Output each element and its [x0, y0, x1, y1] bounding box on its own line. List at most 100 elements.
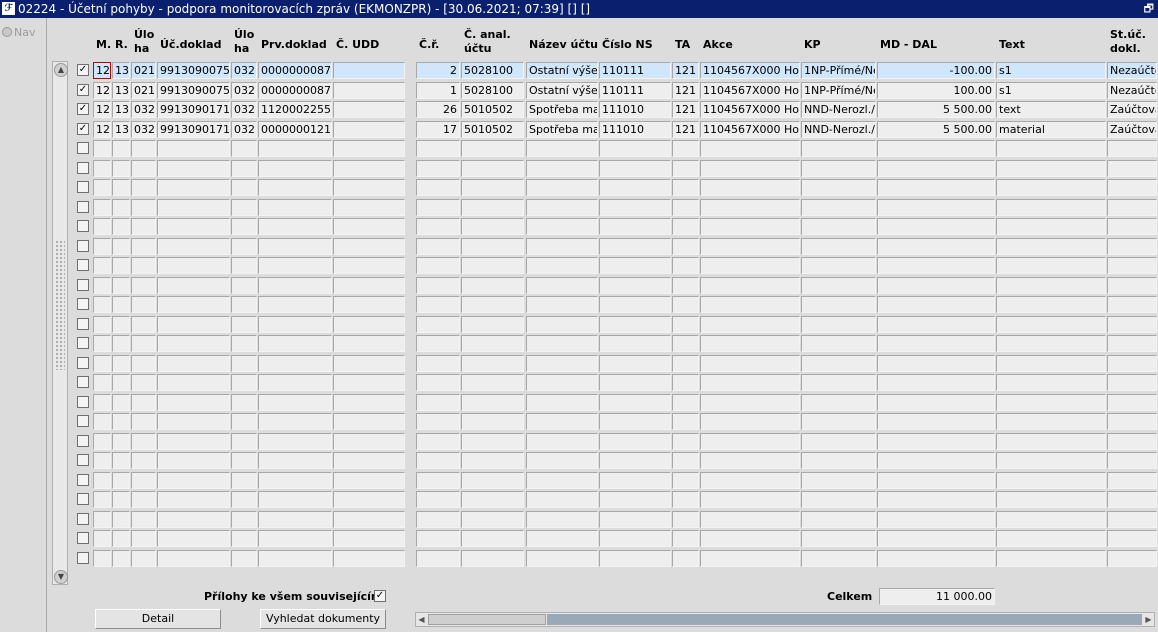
- cell-r[interactable]: [112, 179, 130, 196]
- cell-mddal[interactable]: [877, 472, 995, 489]
- cell-ta[interactable]: [672, 199, 699, 216]
- cell-m[interactable]: [93, 511, 111, 528]
- cell-ucdoklad[interactable]: [157, 511, 230, 528]
- row-checkbox[interactable]: [77, 513, 89, 525]
- cell-stuc[interactable]: [1107, 296, 1157, 313]
- cell-akce[interactable]: 1104567X000 Hous: [700, 62, 800, 79]
- cell-uloha1[interactable]: [131, 199, 156, 216]
- cell-prvdoklad[interactable]: [258, 374, 332, 391]
- cell-ta[interactable]: [672, 413, 699, 430]
- cell-cr[interactable]: [416, 257, 460, 274]
- cell-cislons[interactable]: [599, 550, 671, 567]
- cell-uloha1[interactable]: [131, 374, 156, 391]
- cell-m[interactable]: 12: [93, 82, 111, 99]
- cell-text[interactable]: [996, 296, 1106, 313]
- cell-mddal[interactable]: [877, 355, 995, 372]
- cell-prvdoklad[interactable]: [258, 472, 332, 489]
- cell-prvdoklad[interactable]: 0000000121: [258, 121, 332, 138]
- cell-m[interactable]: [93, 355, 111, 372]
- cell-mddal[interactable]: [877, 257, 995, 274]
- cell-ta[interactable]: [672, 374, 699, 391]
- cell-nazev[interactable]: [526, 550, 598, 567]
- cell-m[interactable]: [93, 374, 111, 391]
- cell-canal[interactable]: [461, 160, 524, 177]
- cell-cudd[interactable]: [333, 257, 405, 274]
- cell-nazev[interactable]: [526, 179, 598, 196]
- cell-kp[interactable]: [801, 238, 876, 255]
- cell-uloha1[interactable]: [131, 452, 156, 469]
- cell-prvdoklad[interactable]: [258, 316, 332, 333]
- scroll-right-icon[interactable]: ▶: [1143, 613, 1154, 626]
- vertical-scrollbar[interactable]: ▲ ▼: [52, 61, 68, 585]
- cell-kp[interactable]: [801, 511, 876, 528]
- cell-stuc[interactable]: Nezaúčto: [1107, 82, 1157, 99]
- cell-stuc[interactable]: Nezaúčto: [1107, 62, 1157, 79]
- cell-ta[interactable]: [672, 160, 699, 177]
- cell-ta[interactable]: [672, 452, 699, 469]
- cell-canal[interactable]: 5028100: [461, 82, 524, 99]
- cell-cudd[interactable]: [333, 199, 405, 216]
- cell-r[interactable]: [112, 433, 130, 450]
- detail-button[interactable]: Detail: [95, 609, 221, 629]
- cell-mddal[interactable]: [877, 218, 995, 235]
- cell-prvdoklad[interactable]: [258, 335, 332, 352]
- cell-text[interactable]: [996, 530, 1106, 547]
- cell-kp[interactable]: NND-Nerozl./N: [801, 101, 876, 118]
- row-checkbox[interactable]: [77, 415, 89, 427]
- row-checkbox[interactable]: [77, 318, 89, 330]
- cell-uloha2[interactable]: [231, 179, 257, 196]
- cell-kp[interactable]: [801, 199, 876, 216]
- cell-canal[interactable]: [461, 394, 524, 411]
- cell-mddal[interactable]: [877, 433, 995, 450]
- nav-radio-icon[interactable]: [2, 27, 12, 37]
- cell-prvdoklad[interactable]: 1120002255: [258, 101, 332, 118]
- cell-r[interactable]: [112, 238, 130, 255]
- cell-cislons[interactable]: [599, 413, 671, 430]
- cell-ta[interactable]: [672, 491, 699, 508]
- cell-nazev[interactable]: [526, 316, 598, 333]
- cell-canal[interactable]: [461, 511, 524, 528]
- cell-uloha2[interactable]: 032: [231, 82, 257, 99]
- cell-canal[interactable]: [461, 433, 524, 450]
- cell-uloha2[interactable]: [231, 316, 257, 333]
- cell-text[interactable]: [996, 433, 1106, 450]
- cell-cislons[interactable]: [599, 452, 671, 469]
- cell-stuc[interactable]: [1107, 277, 1157, 294]
- cell-ta[interactable]: [672, 433, 699, 450]
- cell-r[interactable]: [112, 140, 130, 157]
- cell-nazev[interactable]: [526, 238, 598, 255]
- cell-cr[interactable]: [416, 277, 460, 294]
- cell-cudd[interactable]: [333, 374, 405, 391]
- cell-mddal[interactable]: [877, 374, 995, 391]
- cell-uloha1[interactable]: [131, 277, 156, 294]
- cell-cislons[interactable]: 110111: [599, 82, 671, 99]
- restore-window-icon[interactable]: 🗗: [1144, 0, 1154, 18]
- cell-ucdoklad[interactable]: [157, 491, 230, 508]
- cell-text[interactable]: [996, 316, 1106, 333]
- cell-uloha1[interactable]: [131, 160, 156, 177]
- cell-m[interactable]: [93, 199, 111, 216]
- cell-mddal[interactable]: [877, 199, 995, 216]
- cell-canal[interactable]: [461, 413, 524, 430]
- cell-canal[interactable]: 5010502: [461, 101, 524, 118]
- cell-akce[interactable]: 1104567X000 Hous: [700, 121, 800, 138]
- cell-uloha2[interactable]: 032: [231, 101, 257, 118]
- cell-prvdoklad[interactable]: 0000000087: [258, 82, 332, 99]
- cell-nazev[interactable]: [526, 218, 598, 235]
- cell-mddal[interactable]: [877, 511, 995, 528]
- cell-uloha2[interactable]: [231, 335, 257, 352]
- cell-kp[interactable]: [801, 413, 876, 430]
- row-checkbox[interactable]: ✓: [77, 84, 89, 96]
- cell-cudd[interactable]: [333, 452, 405, 469]
- cell-r[interactable]: [112, 472, 130, 489]
- cell-cudd[interactable]: [333, 179, 405, 196]
- cell-ucdoklad[interactable]: 9913090075: [157, 82, 230, 99]
- cell-cr[interactable]: [416, 413, 460, 430]
- cell-uloha1[interactable]: [131, 433, 156, 450]
- cell-nazev[interactable]: Ostatní výše n: [526, 82, 598, 99]
- cell-cislons[interactable]: [599, 296, 671, 313]
- cell-mddal[interactable]: [877, 413, 995, 430]
- cell-uloha2[interactable]: [231, 238, 257, 255]
- cell-r[interactable]: [112, 394, 130, 411]
- cell-ta[interactable]: [672, 316, 699, 333]
